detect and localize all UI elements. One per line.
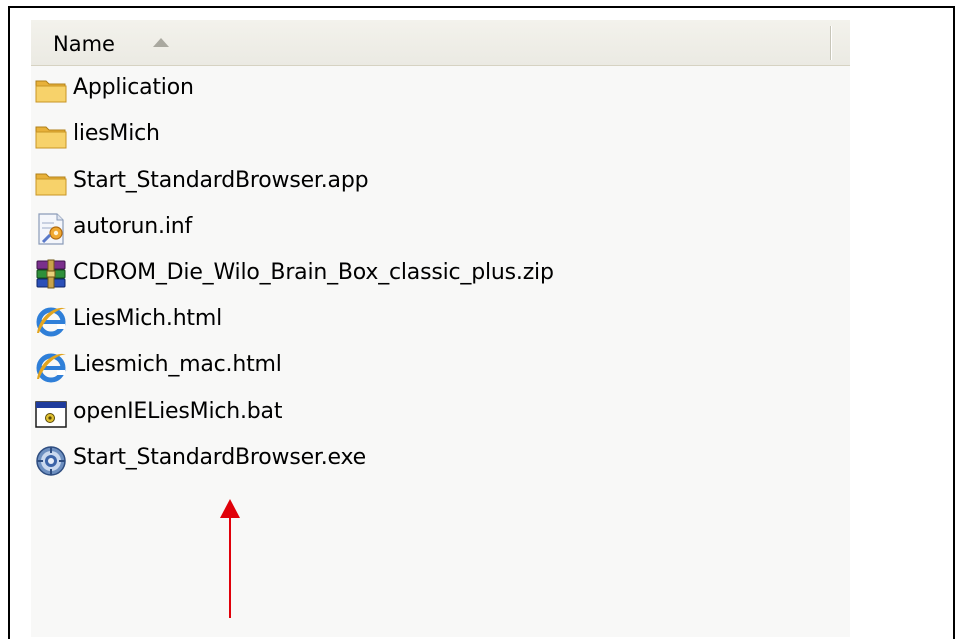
file-item-autorun-inf[interactable]: autorun.inf bbox=[31, 209, 731, 249]
winrar-archive-icon bbox=[33, 257, 69, 293]
file-list-view[interactable]: Name Application liesMich Start_Standard… bbox=[31, 20, 850, 637]
file-item-label: liesMich bbox=[73, 121, 160, 146]
folder-icon bbox=[33, 72, 69, 108]
sort-ascending-icon bbox=[153, 38, 169, 47]
file-item-start-standardbrowser-app[interactable]: Start_StandardBrowser.app bbox=[31, 163, 731, 203]
file-item-openieliesmich-bat[interactable]: openIELiesMich.bat bbox=[31, 394, 731, 434]
file-item-label: Start_StandardBrowser.app bbox=[73, 168, 369, 193]
file-item-liesmich-html[interactable]: LiesMich.html bbox=[31, 301, 731, 341]
file-item-label: openIELiesMich.bat bbox=[73, 399, 283, 424]
file-item-liesmich[interactable]: liesMich bbox=[31, 116, 731, 156]
name-column-label: Name bbox=[53, 32, 115, 56]
application-exe-icon bbox=[33, 442, 69, 478]
file-item-liesmich-mac-html[interactable]: Liesmich_mac.html bbox=[31, 347, 731, 387]
file-item-label: Application bbox=[73, 75, 194, 100]
column-resize-handle[interactable] bbox=[830, 26, 831, 60]
file-item-start-standardbrowser-exe[interactable]: Start_StandardBrowser.exe bbox=[31, 440, 731, 480]
file-item-application[interactable]: Application bbox=[31, 70, 731, 110]
internet-explorer-icon bbox=[33, 303, 69, 339]
file-item-label: Liesmich_mac.html bbox=[73, 352, 282, 377]
file-item-cdrom-zip[interactable]: CDROM_Die_Wilo_Brain_Box_classic_plus.zi… bbox=[31, 255, 731, 295]
file-item-label: LiesMich.html bbox=[73, 306, 223, 331]
folder-icon bbox=[33, 165, 69, 201]
internet-explorer-icon bbox=[33, 349, 69, 385]
file-item-label: CDROM_Die_Wilo_Brain_Box_classic_plus.zi… bbox=[73, 260, 554, 285]
folder-icon bbox=[33, 118, 69, 154]
red-arrow-shaft bbox=[229, 515, 231, 618]
file-item-label: Start_StandardBrowser.exe bbox=[73, 445, 366, 470]
name-column-header[interactable]: Name bbox=[31, 20, 831, 65]
settings-file-icon bbox=[33, 211, 69, 247]
column-header-bar: Name bbox=[31, 20, 850, 66]
file-item-label: autorun.inf bbox=[73, 214, 193, 239]
batch-file-icon bbox=[33, 396, 69, 432]
